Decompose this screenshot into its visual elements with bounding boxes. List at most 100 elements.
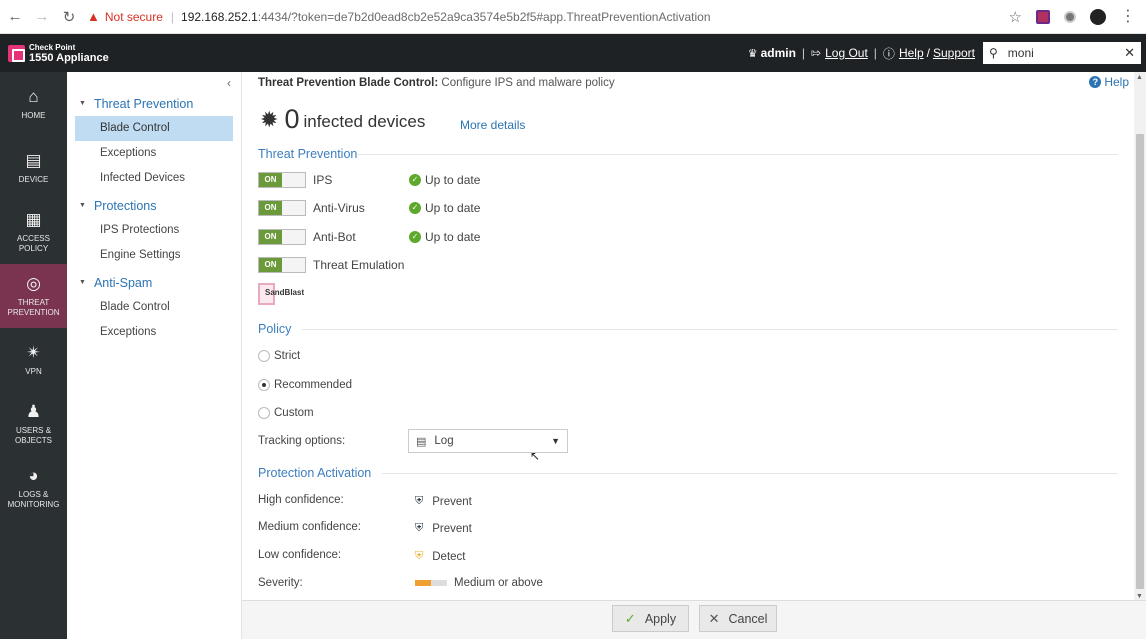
apply-label: Apply [644,611,677,626]
infected-label: infected devices [303,111,426,131]
nav-group-label: Threat Prevention [93,96,194,111]
activation-label: Severity: [258,577,303,589]
severity-value: Medium or above [415,577,543,589]
nav-threat-prevention[interactable]: ◎ THREAT PREVENTION [0,264,67,328]
nav-label: DEVICE [18,174,49,184]
status-text: Up to date [425,230,481,244]
policy-option-recommended[interactable]: Recommended [258,379,352,391]
nav-label: THREAT PREVENTION [7,297,60,317]
ips-toggle[interactable]: ON [258,172,306,188]
reload-icon[interactable]: ↻ [57,5,81,29]
help-link[interactable]: Help [899,46,924,60]
sandblast-logo: SandBlast [258,283,304,305]
nav-home[interactable]: ⌂ HOME [0,72,67,136]
extension-circle-icon[interactable] [1064,10,1076,23]
radio-button[interactable] [258,407,270,419]
toggle-on-label: ON [259,258,282,272]
search-input[interactable] [1007,46,1108,60]
collapse-chevron-icon[interactable]: ‹ [227,76,231,90]
appliance-name: 1550 Appliance [29,52,109,64]
crown-icon: ♛ [747,47,758,60]
toggle-on-label: ON [259,173,282,187]
section-title-protection-activation: Protection Activation [258,466,372,480]
expand-triangle-icon: ▼ [79,279,86,286]
browser-menu-icon[interactable]: ⋮ [1120,8,1136,25]
policy-option-custom[interactable]: Custom [258,407,314,419]
toggle-on-label: ON [259,201,282,215]
address-bar[interactable]: ▲ Not secure | 192.168.252.1 :4434/?toke… [87,4,1009,30]
support-link[interactable]: Support [933,46,975,60]
section-title-threat-prevention: Threat Prevention [258,147,358,161]
more-details-link[interactable]: More details [460,118,525,132]
radio-button-selected[interactable] [258,379,270,391]
nav-group-protections[interactable]: ▼ Protections [79,193,241,218]
bookmark-star-icon[interactable]: ☆ [1009,8,1022,26]
help-icon: ? [1089,76,1102,88]
log-icon: ▤ [416,435,427,448]
tracking-options-select[interactable]: ▤ Log ▼ [408,429,568,453]
policy-option-strict[interactable]: Strict [258,350,300,362]
scroll-down-icon[interactable]: ▼ [1136,593,1143,600]
status-text: Up to date [425,201,481,215]
cancel-button[interactable]: ✕ Cancel [699,605,777,632]
nav-users-objects[interactable]: ♟ USERS & OBJECTS [0,392,67,456]
scroll-up-icon[interactable]: ▲ [1136,74,1143,81]
subnav-blade-control[interactable]: Blade Control [75,116,233,141]
logout-link[interactable]: Log Out [825,46,868,60]
nav-device[interactable]: ▤ DEVICE [0,136,67,200]
help-link-top[interactable]: ? Help [1089,75,1129,89]
blade-name-antibot: Anti-Bot [313,230,356,244]
user-name[interactable]: admin [761,46,796,60]
apply-button[interactable]: ✓ Apply [612,605,689,632]
vpn-icon: ✴ [26,342,41,362]
checkmark-icon: ✓ [624,610,636,626]
back-icon[interactable]: ← [3,5,27,29]
select-value: Log [434,435,454,447]
subnav-infected-devices[interactable]: Infected Devices [75,166,233,191]
threat-emulation-toggle[interactable]: ON [258,257,306,273]
warning-icon: ▲ [87,9,100,24]
profile-avatar[interactable] [1090,8,1106,25]
nav-logs-monitoring[interactable]: ◕ LOGS & MONITORING [0,456,67,520]
expand-triangle-icon: ▼ [79,202,86,209]
logo: Check Point 1550 Appliance [8,42,109,64]
toggle-on-label: ON [259,230,282,244]
not-secure-label: Not secure [104,9,163,24]
home-icon: ⌂ [28,86,39,106]
subnav-antispam-exceptions[interactable]: Exceptions [75,320,233,345]
prevent-shield-icon: ⛨ [415,495,424,507]
nav-vpn[interactable]: ✴ VPN [0,328,67,392]
subnav-engine-settings[interactable]: Engine Settings [75,243,233,268]
search-field[interactable]: ⚲ ✕ [983,42,1141,64]
help-icon: ⓘ [882,46,895,61]
low-confidence-value: ⛨ Detect [415,550,466,563]
close-icon: ✕ [708,610,720,626]
antibot-toggle[interactable]: ON [258,229,306,245]
radio-button[interactable] [258,350,270,362]
nav-group-anti-spam[interactable]: ▼ Anti-Spam [79,270,241,295]
nav-label: HOME [21,110,46,120]
vertical-scrollbar[interactable]: ▲ ▼ [1134,72,1146,602]
extension-icon[interactable] [1036,9,1050,24]
subnav-antispam-blade-control[interactable]: Blade Control [75,295,233,320]
separator: | [801,46,806,60]
footer-bar: ✓ Apply ✕ Cancel [242,600,1146,639]
nav-group-threat-prevention[interactable]: ▼ Threat Prevention [79,91,241,116]
forward-icon[interactable]: → [30,5,54,29]
antivirus-toggle[interactable]: ON [258,200,306,216]
mouse-cursor-icon: ↖ [530,449,541,463]
check-icon: ✓ [409,231,421,243]
section-divider [382,473,1118,474]
separator-slash: / [926,46,930,60]
blade-name-antivirus: Anti-Virus [313,201,365,215]
scrollbar-thumb[interactable] [1136,134,1144,589]
nav-label: ACCESS POLICY [17,233,50,253]
section-title-policy: Policy [258,322,292,336]
subnav-exceptions[interactable]: Exceptions [75,141,233,166]
page-subtitle: Configure IPS and malware policy [438,77,615,89]
main-content: Threat Prevention Blade Control: Configu… [242,72,1134,602]
nav-group-label: Anti-Spam [93,275,153,290]
subnav-ips-protections[interactable]: IPS Protections [75,218,233,243]
nav-access-policy[interactable]: ▦ ACCESS POLICY [0,200,67,264]
clear-search-icon[interactable]: ✕ [1124,45,1135,61]
